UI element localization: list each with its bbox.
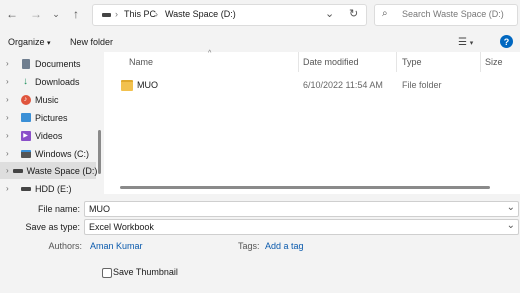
search-icon: ⌕ <box>382 8 388 19</box>
back-button[interactable]: ← <box>4 6 20 22</box>
sidebar-item-label: Windows (C:) <box>35 148 90 159</box>
file-name-label: File name: <box>37 204 80 214</box>
organize-button[interactable]: Organize ▾ <box>8 37 51 47</box>
expand-chevron-icon[interactable]: › <box>6 113 16 122</box>
downloads-icon: ↓ <box>23 76 28 87</box>
navigation-pane: › Documents › ↓ Downloads › ♪ Music › Pi… <box>0 52 103 194</box>
breadcrumb-this-pc[interactable]: This PC <box>124 9 156 19</box>
column-divider[interactable] <box>480 52 481 72</box>
address-chevron-icon: › <box>115 9 118 19</box>
documents-icon <box>20 58 31 69</box>
authors-value[interactable]: Aman Kumar <box>90 241 143 251</box>
add-tag-link[interactable]: Add a tag <box>265 241 304 251</box>
sidebar-item-waste-space-d[interactable]: › Waste Space (D:) <box>0 162 98 179</box>
help-icon: ? <box>503 36 510 47</box>
expand-chevron-icon[interactable]: › <box>6 166 9 175</box>
folder-icon <box>121 80 133 91</box>
sidebar-item-pictures[interactable]: › Pictures <box>0 109 96 126</box>
expand-chevron-icon[interactable]: › <box>6 131 16 140</box>
sidebar-item-label: Videos <box>35 130 63 141</box>
sidebar-item-downloads[interactable]: › ↓ Downloads <box>0 73 96 90</box>
sidebar-scrollbar[interactable] <box>98 130 101 174</box>
search-box[interactable]: ⌕ Search Waste Space (D:) <box>374 4 518 26</box>
address-chevron-icon: › <box>155 9 158 19</box>
save-thumbnail-checkbox[interactable] <box>102 268 112 278</box>
forward-button[interactable]: → <box>28 6 44 22</box>
sidebar-item-label: Music <box>35 94 59 105</box>
sidebar-item-windows-c[interactable]: › Windows (C:) <box>0 145 96 162</box>
sidebar-item-hdd-e[interactable]: › HDD (E:) <box>0 180 96 197</box>
drive-icon <box>102 13 111 17</box>
drive-icon <box>12 165 23 176</box>
organize-dropdown-icon: ▾ <box>47 40 51 47</box>
save-as-type-label: Save as type: <box>25 222 80 232</box>
sidebar-item-videos[interactable]: › ▶ Videos <box>0 127 96 144</box>
windows-drive-icon <box>20 148 31 159</box>
type-cell: File folder <box>402 80 442 90</box>
horizontal-scrollbar[interactable] <box>120 186 490 189</box>
up-button[interactable]: ↑ <box>68 6 84 22</box>
column-header-date[interactable]: Date modified <box>303 57 359 67</box>
help-button[interactable]: ? <box>500 35 513 48</box>
sidebar-item-label: Waste Space (D:) <box>26 165 98 176</box>
save-as-type-dropdown-icon[interactable]: ⌄ <box>507 220 515 231</box>
sidebar-item-label: Pictures <box>35 112 68 123</box>
new-folder-button[interactable]: New folder <box>70 37 113 47</box>
tags-label: Tags: <box>238 241 260 251</box>
expand-chevron-icon[interactable]: › <box>6 77 16 86</box>
authors-label: Authors: <box>48 241 82 251</box>
videos-icon: ▶ <box>20 130 31 141</box>
music-icon: ♪ <box>20 94 31 105</box>
breadcrumb-waste-space[interactable]: Waste Space (D:) <box>165 9 236 19</box>
save-thumbnail-label[interactable]: Save Thumbnail <box>113 267 178 277</box>
file-list <box>104 52 520 194</box>
save-as-type-value: Excel Workbook <box>89 222 154 232</box>
address-bar[interactable]: › This PC › Waste Space (D:) ⌄ ↻ <box>92 4 367 26</box>
recent-locations-button[interactable]: ⌄ <box>48 6 64 22</box>
refresh-icon[interactable]: ↻ <box>349 7 358 20</box>
expand-chevron-icon[interactable]: › <box>6 95 16 104</box>
drive-icon <box>20 183 31 194</box>
view-options-button[interactable]: ☰ ▾ <box>458 37 473 48</box>
sidebar-item-label: Downloads <box>35 76 80 87</box>
organize-label: Organize <box>8 37 45 47</box>
address-dropdown-icon[interactable]: ⌄ <box>325 7 334 20</box>
date-modified-cell: 6/10/2022 11:54 AM <box>303 80 383 90</box>
sidebar-item-label: HDD (E:) <box>35 183 72 194</box>
expand-chevron-icon[interactable]: › <box>6 59 16 68</box>
save-as-type-select[interactable]: Excel Workbook ⌄ <box>84 219 519 235</box>
column-divider[interactable] <box>298 52 299 72</box>
column-header-name[interactable]: Name <box>129 57 153 67</box>
pictures-icon <box>20 112 31 123</box>
expand-chevron-icon[interactable]: › <box>6 149 16 158</box>
sidebar-item-label: Documents <box>35 58 81 69</box>
search-placeholder: Search Waste Space (D:) <box>402 9 504 19</box>
column-header-type[interactable]: Type <box>402 57 422 67</box>
file-name-input[interactable]: MUO ⌄ <box>84 201 519 217</box>
expand-chevron-icon[interactable]: › <box>6 184 16 193</box>
sidebar-item-documents[interactable]: › Documents <box>0 55 96 72</box>
file-name-cell: MUO <box>137 80 158 90</box>
column-header-size[interactable]: Size <box>485 57 503 67</box>
sidebar-item-music[interactable]: › ♪ Music <box>0 91 96 108</box>
column-divider[interactable] <box>396 52 397 72</box>
sort-ascending-icon: ^ <box>208 50 212 57</box>
file-name-value: MUO <box>89 204 110 214</box>
file-name-dropdown-icon[interactable]: ⌄ <box>507 202 515 213</box>
